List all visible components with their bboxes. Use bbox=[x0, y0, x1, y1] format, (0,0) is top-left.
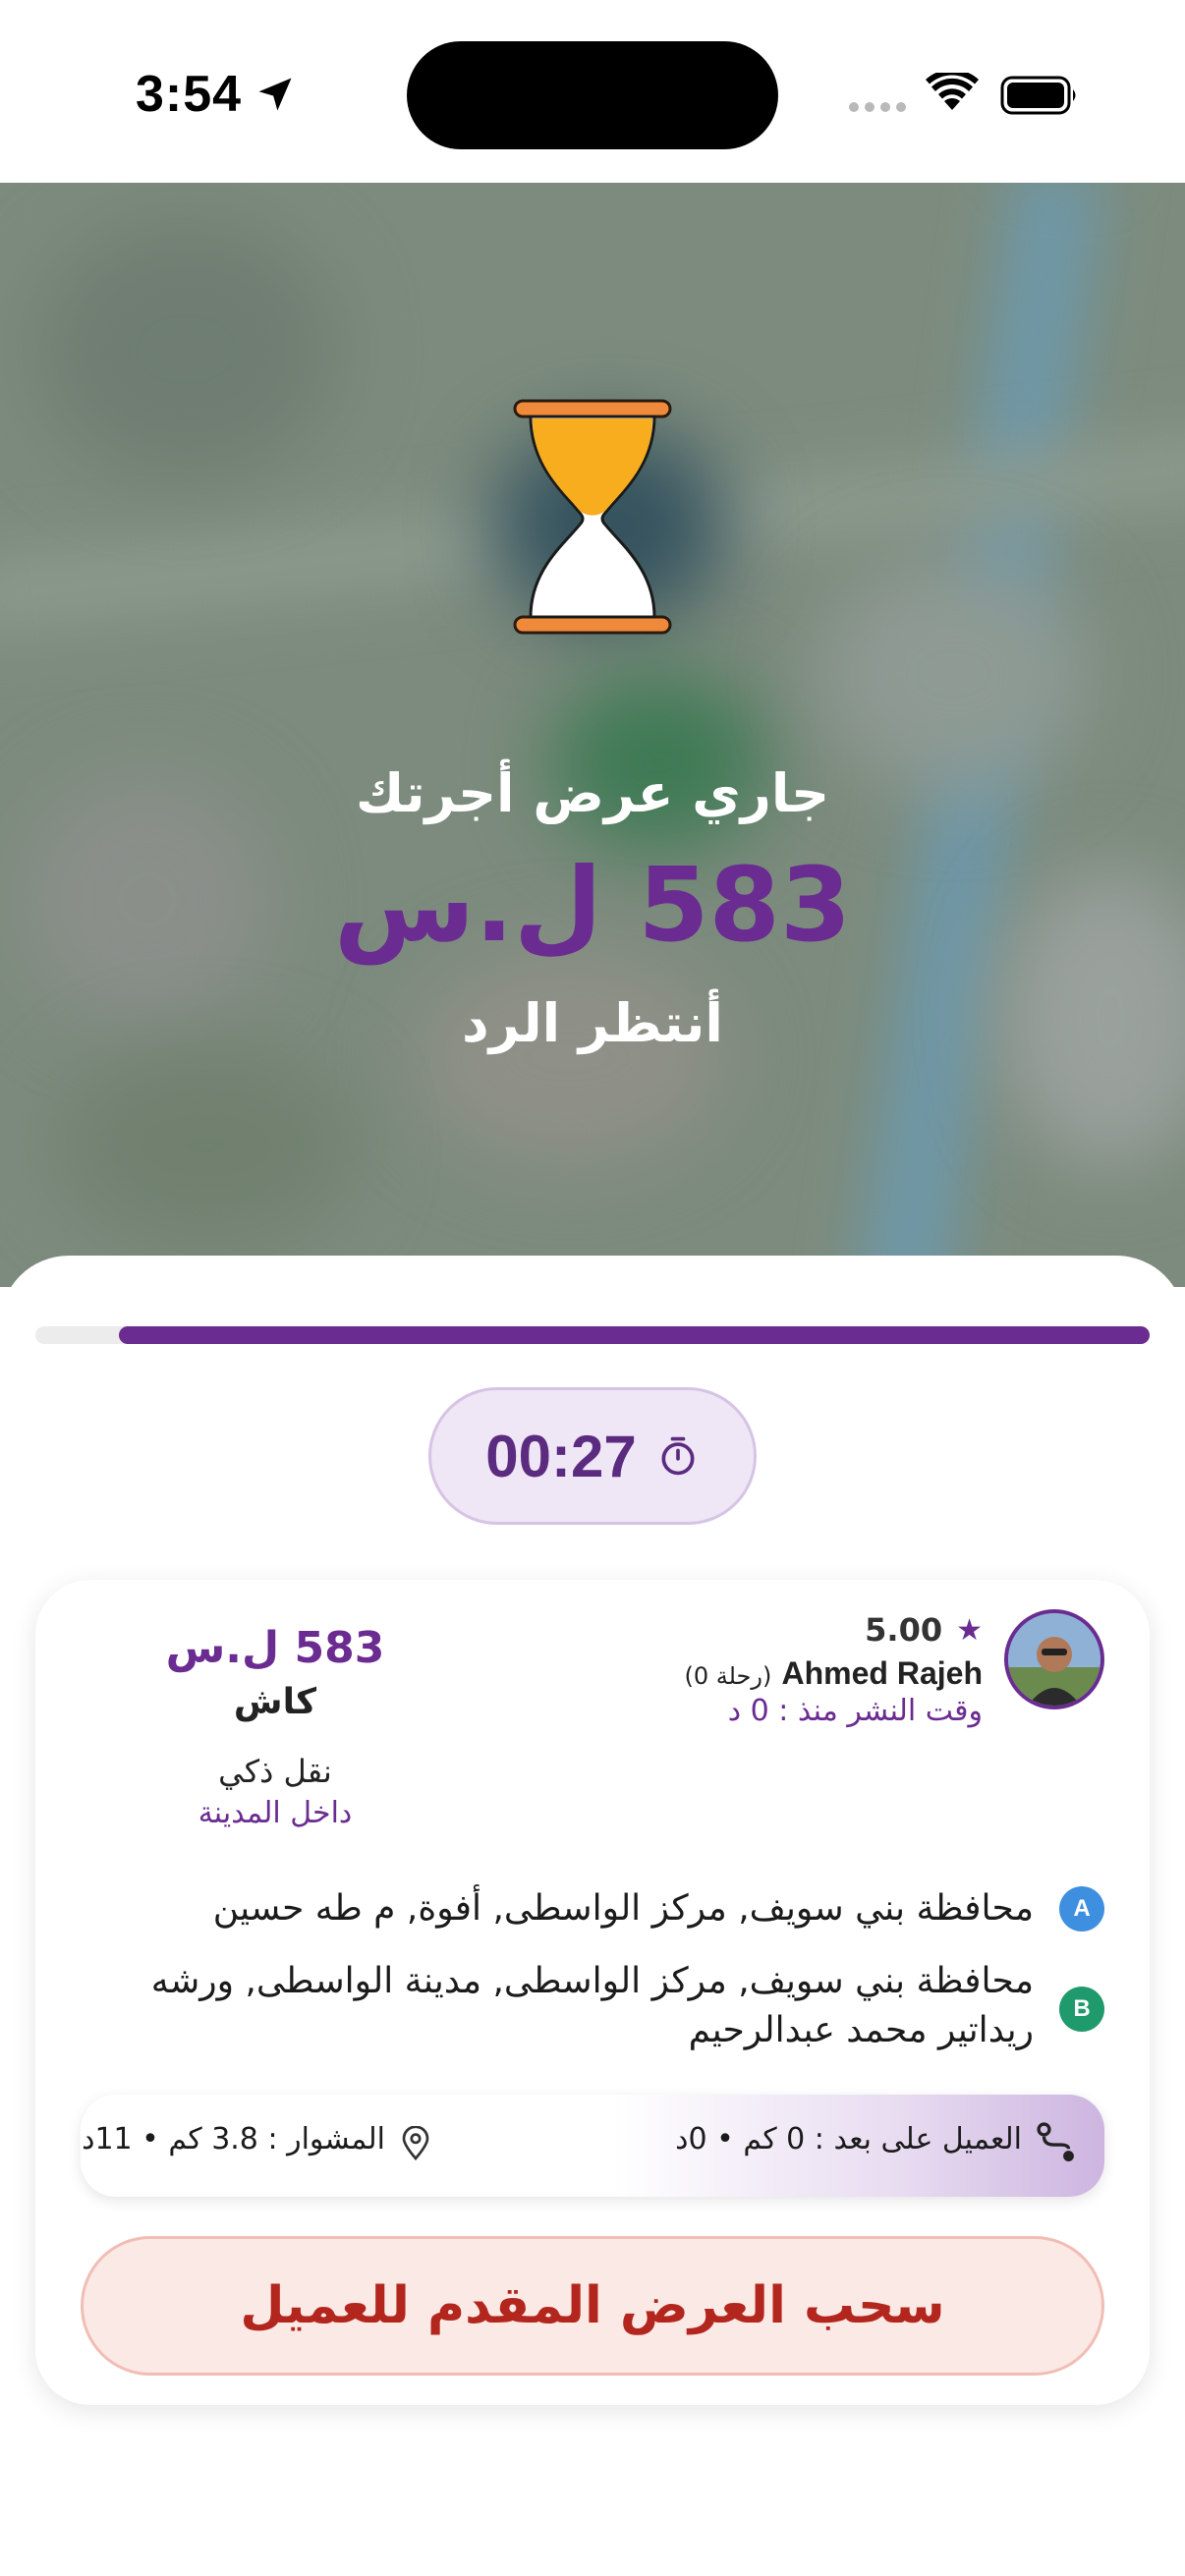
location-pin-icon bbox=[402, 2126, 429, 2161]
wifi-icon bbox=[926, 73, 979, 110]
vehicle-type: نقل ذكي bbox=[218, 1753, 332, 1790]
dynamic-island bbox=[407, 41, 778, 149]
trip-scope: داخل المدينة bbox=[198, 1796, 353, 1830]
driver-name: Ahmed Rajeh bbox=[781, 1655, 983, 1691]
status-bar: 3:54 bbox=[0, 0, 1185, 183]
battery-icon bbox=[1000, 76, 1076, 115]
map-background bbox=[0, 183, 1185, 1287]
pickup-badge: A bbox=[1059, 1886, 1104, 1932]
route-icon bbox=[1037, 2122, 1074, 2161]
posted-time: وقت النشر منذ : 0 د bbox=[727, 1694, 983, 1728]
signal-dots-icon bbox=[849, 102, 906, 112]
countdown-progress-bar bbox=[35, 1326, 1150, 1344]
star-icon: ★ bbox=[956, 1612, 983, 1648]
driver-info: (0 رحلة) Ahmed Rajeh bbox=[684, 1654, 983, 1692]
dropoff-badge: B bbox=[1059, 1987, 1104, 2032]
timer-value: 00:27 bbox=[485, 1423, 637, 1489]
countdown-timer: 00:27 bbox=[428, 1387, 757, 1525]
withdraw-offer-button[interactable]: سحب العرض المقدم للعميل bbox=[81, 2236, 1104, 2376]
hourglass-icon bbox=[513, 399, 672, 635]
location-arrow-icon bbox=[258, 78, 292, 111]
countdown-progress-fill bbox=[119, 1326, 1150, 1344]
driver-trips: (0 رحلة) bbox=[684, 1662, 772, 1690]
driver-avatar[interactable] bbox=[1004, 1609, 1104, 1709]
pickup-address: محافظة بني سويف, مركز الواسطى, أفوة, م ط… bbox=[212, 1888, 1034, 1929]
request-price: 583 ل.س bbox=[165, 1623, 385, 1673]
waiting-text: أنتظر الرد bbox=[462, 992, 723, 1054]
stopwatch-icon bbox=[661, 1436, 695, 1476]
payment-method: كاش bbox=[233, 1682, 317, 1722]
status-time: 3:54 bbox=[136, 66, 243, 123]
avatar-photo bbox=[1008, 1613, 1100, 1706]
client-distance: العميل على بعد : 0 كم • 0د bbox=[675, 2122, 1022, 2156]
trip-distance: المشوار : 3.8 كم • 11د bbox=[82, 2122, 385, 2156]
rating-value: 5.00 bbox=[865, 1611, 943, 1649]
offer-title: جاري عرض أجرتك bbox=[355, 762, 830, 824]
driver-rating: 5.00 ★ bbox=[865, 1611, 983, 1649]
dropoff-address: محافظة بني سويف, مركز الواسطى, مدينة الو… bbox=[150, 1961, 1034, 2050]
offer-price: 583 ل.س bbox=[333, 845, 852, 965]
